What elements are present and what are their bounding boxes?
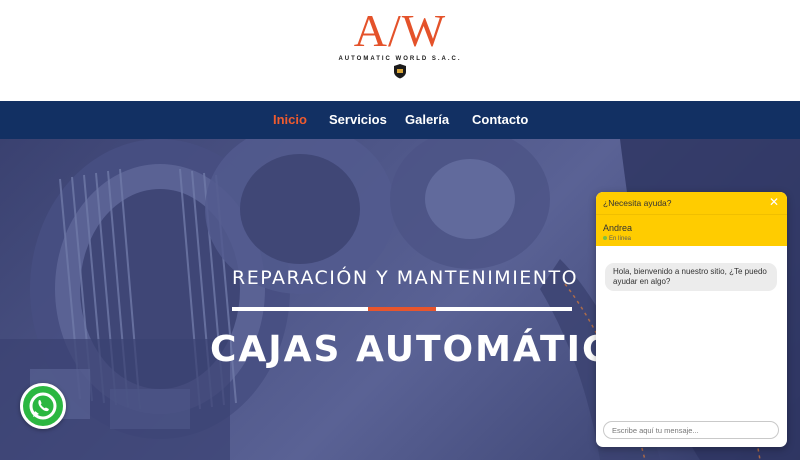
chat-agent-bar: Andrea En línea <box>596 214 787 246</box>
shield-emblem-icon <box>394 64 406 79</box>
site-header: A/W AUTOMATIC WORLD S.A.C. <box>0 0 800 101</box>
chat-message-input[interactable] <box>603 421 779 439</box>
agent-status: En línea <box>603 236 631 242</box>
nav-item-servicios[interactable]: Servicios <box>329 112 387 127</box>
chat-header-title: ¿Necesita ayuda? <box>603 198 672 208</box>
agent-status-text: En línea <box>609 236 632 242</box>
whatsapp-button[interactable] <box>20 383 66 429</box>
main-nav: Inicio Servicios Galería Contacto <box>0 101 800 139</box>
chat-widget: ¿Necesita ayuda? ✕ Andrea En línea Hola,… <box>596 192 787 447</box>
close-icon[interactable]: ✕ <box>769 195 779 209</box>
hero-subtitle: REPARACIÓN Y MANTENIMIENTO <box>232 267 579 289</box>
nav-item-inicio[interactable]: Inicio <box>273 112 307 127</box>
hero-divider-accent <box>368 307 436 311</box>
agent-name: Andrea <box>603 223 633 233</box>
chat-header[interactable]: ¿Necesita ayuda? ✕ <box>596 192 787 214</box>
company-name: AUTOMATIC WORLD S.A.C. <box>338 56 462 62</box>
online-dot-icon <box>603 236 607 241</box>
brand-logo[interactable]: A/W AUTOMATIC WORLD S.A.C. <box>338 8 462 90</box>
nav-item-galeria[interactable]: Galería <box>405 112 449 127</box>
chat-message-bubble: Hola, bienvenido a nuestro sitio, ¿Te pu… <box>605 263 777 291</box>
hero-divider <box>232 307 572 311</box>
nav-item-contacto[interactable]: Contacto <box>472 112 528 127</box>
whatsapp-icon <box>29 392 57 420</box>
logo-mark: A/W <box>353 5 447 56</box>
